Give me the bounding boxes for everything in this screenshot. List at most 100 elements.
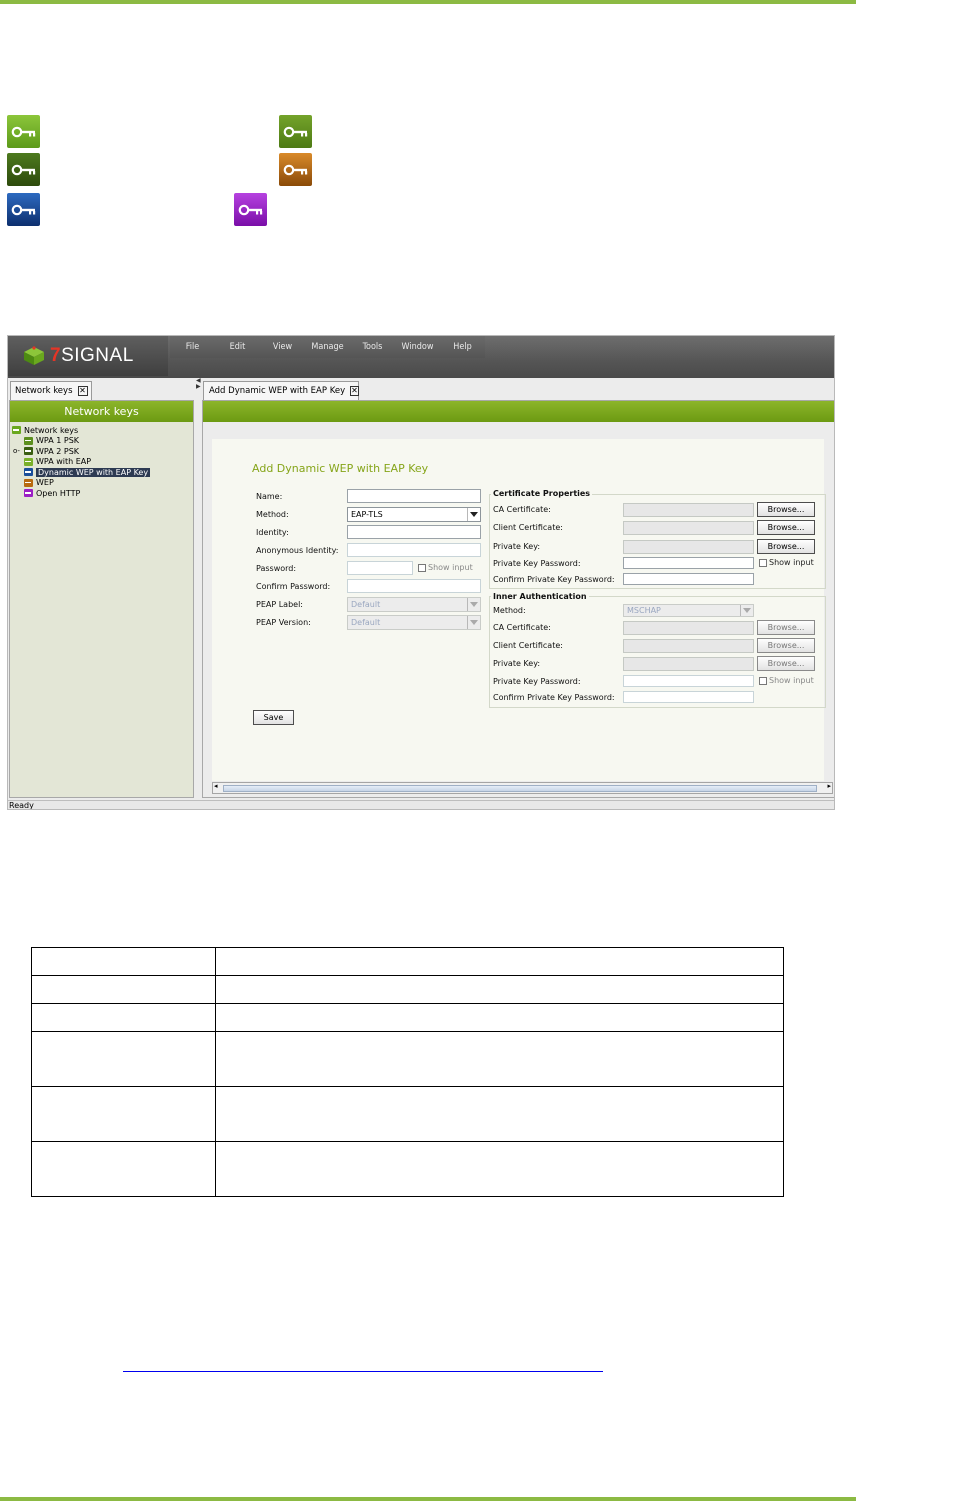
chevron-down-icon	[740, 605, 753, 616]
menu-bar: File Edit View Manage Tools Window Help	[170, 336, 485, 358]
tree-item-dynamic-wep[interactable]: Dynamic WEP with EAP Key	[10, 467, 193, 478]
peap-label-select[interactable]: Default	[347, 597, 481, 612]
browse-ca-certificate-button[interactable]: Browse...	[757, 502, 815, 517]
ca-certificate-label: CA Certificate:	[493, 505, 551, 514]
key-blue-icon	[24, 468, 33, 477]
tree-item-open-http[interactable]: Open HTTP	[10, 488, 193, 499]
key-type-table	[31, 947, 784, 1197]
tree-item-wpa2-psk[interactable]: o- WPA 2 PSK	[10, 446, 193, 457]
key-light-green-icon	[24, 457, 33, 466]
peap-label-label: PEAP Label:	[256, 600, 303, 609]
password-field[interactable]	[347, 561, 413, 575]
table-row	[31, 1003, 784, 1032]
browse-client-certificate-button[interactable]: Browse...	[757, 520, 815, 535]
password-label: Password:	[256, 564, 297, 573]
inner-ca-certificate-field	[623, 621, 754, 635]
table-row	[31, 947, 784, 976]
menu-manage[interactable]: Manage	[305, 336, 350, 358]
table-row	[31, 1031, 784, 1087]
app-window: 7SIGNAL File Edit View Manage Tools Wind…	[7, 335, 835, 810]
name-label: Name:	[256, 492, 283, 501]
confirm-password-label: Confirm Password:	[256, 582, 331, 591]
browse-inner-client-certificate-button[interactable]: Browse...	[757, 638, 815, 653]
tree-item-label: WPA 1 PSK	[36, 436, 80, 446]
key-form: Add Dynamic WEP with EAP Key Name: Metho…	[212, 439, 826, 781]
client-certificate-label: Client Certificate:	[493, 523, 563, 532]
browse-inner-private-key-button[interactable]: Browse...	[757, 656, 815, 671]
horizontal-scrollbar[interactable]: ◂ ▸	[212, 782, 833, 794]
bottom-accent-line	[0, 1497, 856, 1501]
chevron-down-icon	[467, 616, 480, 629]
inner-private-key-password-label: Private Key Password:	[493, 677, 581, 686]
scrollbar-thumb[interactable]	[223, 785, 817, 792]
table-cell	[215, 947, 784, 976]
show-input-checkbox[interactable]: Show input	[759, 558, 814, 567]
editor-header-bar	[203, 401, 834, 422]
show-input-label: Show input	[769, 558, 814, 567]
private-key-password-field[interactable]	[623, 557, 754, 569]
key-blue-icon	[7, 193, 40, 226]
tree-root[interactable]: Network keys	[10, 425, 193, 436]
table-cell	[215, 1141, 784, 1197]
tree-item-label: WPA with EAP	[36, 457, 92, 467]
anonymous-identity-field[interactable]	[347, 543, 481, 557]
inner-confirm-private-key-password-field[interactable]	[623, 691, 754, 703]
inner-method-value: MSCHAP	[627, 606, 661, 615]
confirm-private-key-password-field[interactable]	[623, 573, 754, 585]
menu-window[interactable]: Window	[395, 336, 440, 358]
scroll-right-icon[interactable]: ▸	[827, 782, 831, 790]
private-key-field	[623, 540, 754, 554]
tree-item-wep[interactable]: WEP	[10, 478, 193, 489]
name-field[interactable]	[347, 489, 481, 503]
scroll-left-icon[interactable]: ◂	[214, 782, 218, 790]
client-certificate-field	[623, 521, 754, 535]
method-value: EAP-TLS	[351, 510, 383, 519]
menu-view[interactable]: View	[260, 336, 305, 358]
folder-icon	[12, 426, 21, 435]
save-button[interactable]: Save	[253, 710, 294, 725]
show-input-checkbox[interactable]: Show input	[418, 563, 473, 572]
tab-network-keys[interactable]: Network keys ✕	[10, 381, 92, 400]
key-green-icon	[24, 436, 33, 445]
inner-private-key-password-field[interactable]	[623, 675, 754, 687]
tree-item-wpa1-psk[interactable]: WPA 1 PSK	[10, 436, 193, 447]
inner-method-select[interactable]: MSCHAP	[623, 604, 754, 617]
menu-tools[interactable]: Tools	[350, 336, 395, 358]
network-keys-tree: Network keys WPA 1 PSK o- WPA 2 PSK WPA …	[10, 422, 193, 499]
tab-label: Network keys	[15, 386, 73, 396]
method-select[interactable]: EAP-TLS	[347, 507, 481, 522]
peap-version-label: PEAP Version:	[256, 618, 311, 627]
key-purple-icon	[24, 489, 33, 498]
key-green-icon	[279, 115, 312, 148]
identity-field[interactable]	[347, 525, 481, 539]
document-link-underline[interactable]	[123, 1371, 603, 1372]
close-icon[interactable]: ✕	[77, 386, 88, 396]
top-accent-line	[0, 0, 856, 4]
tree-root-label: Network keys	[24, 425, 79, 435]
menu-file[interactable]: File	[170, 336, 215, 358]
table-cell	[31, 947, 216, 976]
key-dark-green-icon	[24, 447, 33, 456]
key-light-green-icon	[7, 115, 40, 148]
tab-label: Add Dynamic WEP with EAP Key	[209, 386, 346, 396]
tab-add-dynamic-wep[interactable]: Add Dynamic WEP with EAP Key ✕	[203, 381, 359, 400]
close-icon[interactable]: ✕	[350, 386, 359, 396]
show-input-checkbox[interactable]: Show input	[759, 676, 814, 685]
peap-version-select[interactable]: Default	[347, 615, 481, 630]
table-cell	[215, 1031, 784, 1087]
key-dark-green-icon	[7, 153, 40, 186]
browse-inner-ca-certificate-button[interactable]: Browse...	[757, 620, 815, 635]
inner-client-certificate-label: Client Certificate:	[493, 641, 563, 650]
menu-help[interactable]: Help	[440, 336, 485, 358]
browse-private-key-button[interactable]: Browse...	[757, 539, 815, 554]
identity-label: Identity:	[256, 528, 289, 537]
tree-item-label: Open HTTP	[36, 488, 81, 498]
chevron-down-icon	[467, 598, 480, 611]
confirm-password-field[interactable]	[347, 579, 481, 593]
confirm-private-key-password-label: Confirm Private Key Password:	[493, 575, 615, 584]
inner-private-key-label: Private Key:	[493, 659, 541, 668]
key-orange-icon	[279, 153, 312, 186]
form-title: Add Dynamic WEP with EAP Key	[252, 462, 429, 475]
menu-edit[interactable]: Edit	[215, 336, 260, 358]
tree-item-wpa-eap[interactable]: WPA with EAP	[10, 457, 193, 468]
